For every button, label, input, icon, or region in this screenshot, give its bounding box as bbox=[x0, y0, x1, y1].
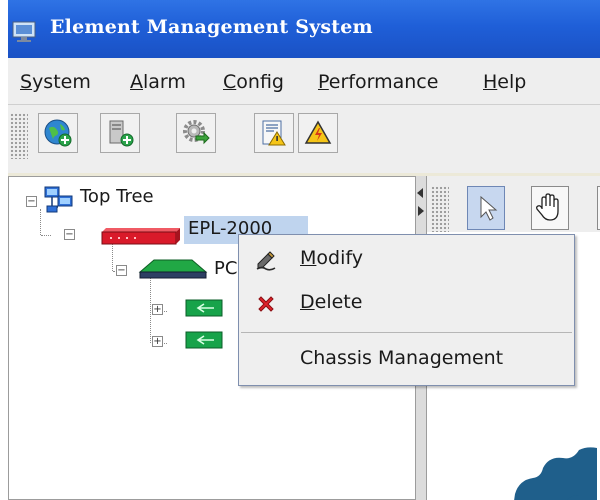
tree-connector bbox=[40, 209, 42, 235]
tree-connector bbox=[41, 235, 51, 237]
menu-help[interactable]: Help bbox=[483, 71, 526, 93]
collapse-toggle-root[interactable]: − bbox=[26, 196, 37, 207]
menu-alarm[interactable]: Alarm bbox=[130, 71, 186, 93]
configure-button[interactable] bbox=[176, 113, 216, 153]
toolbar-grip[interactable] bbox=[431, 186, 449, 232]
menu-item-label: Delete bbox=[300, 291, 363, 313]
menu-separator bbox=[241, 332, 572, 333]
toolbar-grip[interactable] bbox=[10, 113, 28, 159]
menu-performance[interactable]: Performance bbox=[318, 71, 438, 93]
menu-item-label: Chassis Management bbox=[300, 347, 504, 369]
pointer-arrow-icon bbox=[480, 195, 498, 221]
window-title: Element Management System bbox=[50, 16, 373, 38]
tree-node-pc[interactable]: PC bbox=[214, 258, 237, 279]
pan-tool-button[interactable] bbox=[531, 186, 569, 230]
alarm-report-icon bbox=[262, 120, 286, 146]
collapse-toggle-pc[interactable]: − bbox=[116, 265, 127, 276]
expand-toggle-card-1[interactable]: + bbox=[152, 304, 163, 315]
title-bar: Element Management System bbox=[8, 0, 600, 58]
warning-icon bbox=[304, 120, 332, 144]
red-x-icon bbox=[258, 296, 274, 312]
hand-pan-icon bbox=[536, 193, 559, 221]
menu-system[interactable]: System bbox=[20, 71, 91, 93]
card-module-icon bbox=[185, 299, 223, 317]
warning-button[interactable] bbox=[298, 113, 338, 153]
menu-item-label: Modify bbox=[300, 247, 363, 269]
server-add-icon bbox=[109, 120, 134, 147]
app-monitor-icon bbox=[12, 21, 36, 42]
menu-item-modify[interactable]: Modify bbox=[239, 239, 574, 279]
context-menu: Modify Delete Chassis Management bbox=[238, 234, 575, 386]
collapse-left-arrow-icon[interactable] bbox=[417, 188, 423, 198]
network-tree-icon bbox=[44, 186, 73, 213]
menu-bar: System Alarm Config Performance Help bbox=[8, 58, 600, 105]
chassis-green-icon bbox=[138, 259, 208, 279]
menu-item-chassis-management[interactable]: Chassis Management bbox=[239, 339, 574, 379]
menu-item-delete[interactable]: Delete bbox=[239, 283, 574, 323]
card-module-icon bbox=[185, 331, 223, 349]
alarm-report-button[interactable] bbox=[254, 113, 294, 153]
tree-node-top-tree[interactable]: Top Tree bbox=[80, 186, 154, 207]
pencil-icon bbox=[256, 251, 276, 271]
application-window: Element Management System System Alarm C… bbox=[8, 0, 600, 500]
add-globe-button[interactable] bbox=[38, 113, 78, 153]
gear-arrow-icon bbox=[183, 120, 210, 145]
expand-toggle-card-2[interactable]: + bbox=[152, 336, 163, 347]
select-tool-button[interactable] bbox=[467, 186, 505, 230]
globe-add-icon bbox=[44, 119, 72, 147]
router-device-icon bbox=[101, 228, 180, 245]
add-server-button[interactable] bbox=[100, 113, 140, 153]
collapse-right-arrow-icon[interactable] bbox=[418, 206, 424, 216]
collapse-toggle-epl[interactable]: − bbox=[64, 229, 75, 240]
menu-config[interactable]: Config bbox=[223, 71, 284, 93]
